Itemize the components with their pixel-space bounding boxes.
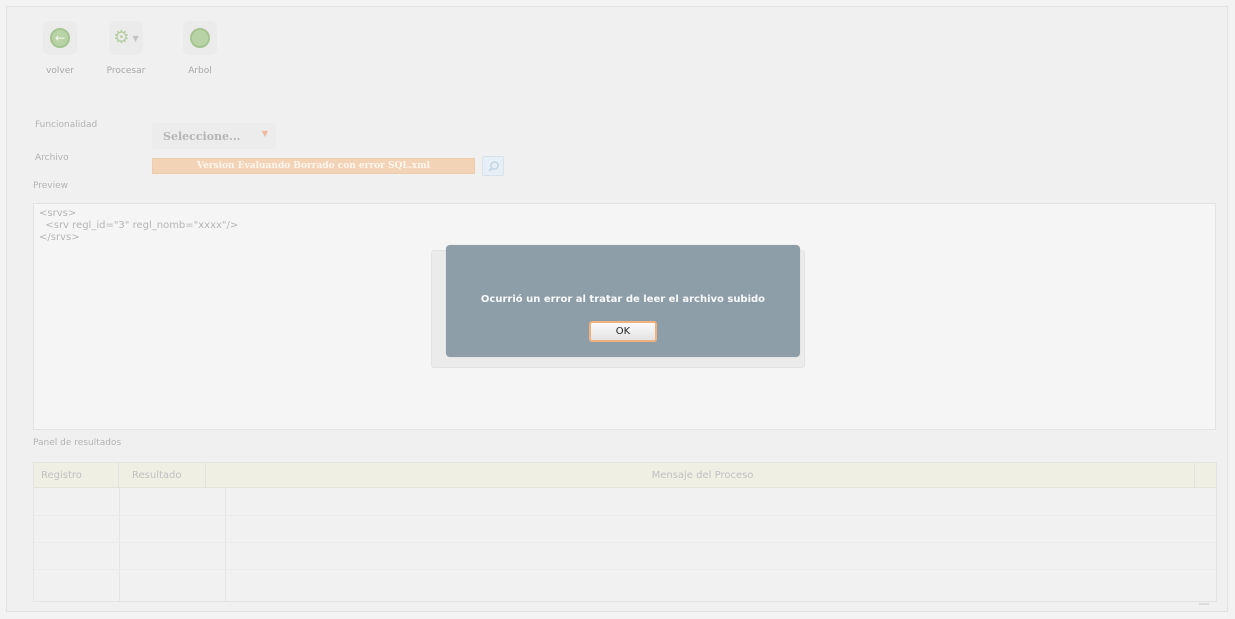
chevron-down-icon: ▼	[261, 128, 268, 138]
column-header-mensaje[interactable]: Mensaje del Proceso	[211, 463, 1195, 488]
results-grid: Registro Resultado Mensaje del Proceso	[33, 462, 1217, 602]
table-row	[34, 542, 1216, 543]
ok-button[interactable]: OK	[589, 321, 657, 342]
error-message: Ocurrió un error al tratar de leer el ar…	[480, 294, 766, 305]
divider	[225, 488, 226, 602]
xml-line: </srvs>	[39, 232, 80, 243]
back-button[interactable]: ←	[43, 21, 77, 55]
tree-label: Arbol	[188, 66, 212, 76]
process-tool[interactable]: ⚙ ▼ Procesar	[91, 21, 161, 76]
grid-header: Registro Resultado Mensaje del Proceso	[34, 463, 1216, 488]
chevron-down-icon: ▼	[132, 33, 139, 43]
table-row	[34, 569, 1216, 570]
file-name-field[interactable]: Version Evaluando Borrado con error SQL.…	[152, 158, 475, 174]
functionality-select[interactable]: Seleccione... ▼	[152, 123, 276, 149]
file-label: Archivo	[35, 153, 69, 163]
results-panel-label: Panel de resultados	[33, 438, 122, 448]
table-row	[34, 515, 1216, 516]
column-header-registro[interactable]: Registro	[34, 463, 119, 488]
xml-line: <srv regl_id="3" regl_nomb="xxxx"/>	[39, 220, 239, 231]
search-icon	[487, 160, 499, 172]
process-label: Procesar	[106, 66, 146, 76]
tree-icon	[190, 28, 210, 48]
xml-line: <srvs>	[39, 208, 77, 219]
functionality-label: Funcionalidad	[35, 120, 98, 130]
browse-button[interactable]	[482, 156, 504, 176]
preview-label: Preview	[33, 181, 69, 191]
functionality-value: Seleccione...	[163, 130, 241, 143]
gear-icon: ⚙	[113, 27, 130, 48]
resize-grip[interactable]	[1199, 603, 1209, 605]
tree-button[interactable]	[183, 21, 217, 55]
column-header-resultado[interactable]: Resultado	[119, 463, 206, 488]
back-tool[interactable]: ← volver	[25, 21, 95, 76]
tree-tool[interactable]: Arbol	[165, 21, 235, 76]
process-button[interactable]: ⚙ ▼	[109, 21, 143, 55]
back-label: volver	[46, 66, 74, 76]
divider	[119, 488, 120, 602]
error-dialog: Ocurrió un error al tratar de leer el ar…	[446, 245, 800, 357]
back-arrow-icon: ←	[50, 28, 70, 48]
